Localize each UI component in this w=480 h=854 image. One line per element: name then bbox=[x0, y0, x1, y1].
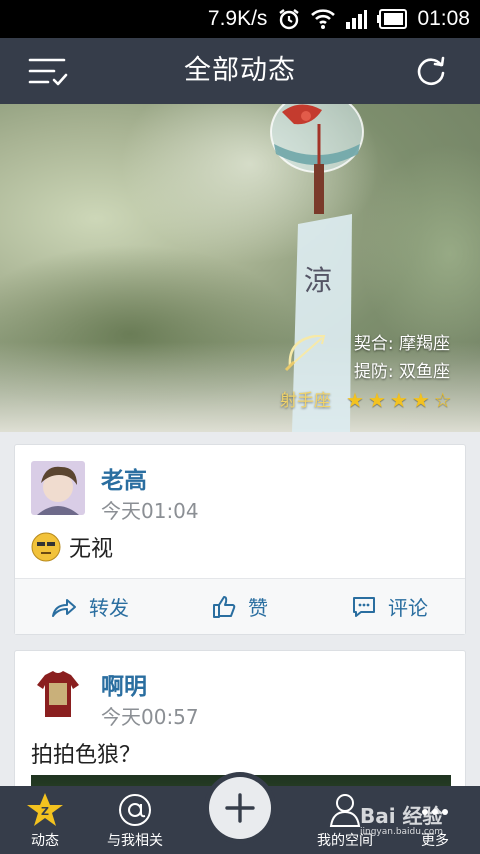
tab-feed[interactable]: Z 动态 bbox=[0, 786, 90, 854]
rating-stars: ★ ★ ★ ★ ☆ bbox=[346, 388, 452, 412]
post-time: 今天00:57 bbox=[101, 705, 199, 729]
beware-sign: 提防: 双鱼座 bbox=[353, 362, 450, 382]
post-text: 无视 bbox=[69, 537, 114, 562]
sagittarius-icon bbox=[284, 334, 326, 372]
compose-button[interactable] bbox=[204, 772, 276, 844]
repost-label: 转发 bbox=[89, 596, 129, 620]
status-bar: 7.9K/s 01:08 bbox=[0, 0, 480, 38]
comment-icon bbox=[353, 596, 375, 617]
rating-star: ★ bbox=[367, 388, 386, 412]
watermark-brand: Bai 经验 bbox=[360, 804, 443, 828]
tab-mentions-label: 与我相关 bbox=[107, 833, 163, 849]
repost-button[interactable]: 转发 bbox=[15, 579, 165, 634]
clock: 01:08 bbox=[417, 7, 470, 30]
post-card[interactable]: 老高 今天01:04 无视 转发 赞 评论 bbox=[14, 444, 466, 635]
chime-character: 涼 bbox=[304, 264, 332, 297]
repost-icon bbox=[52, 598, 76, 617]
rating-star: ☆ bbox=[433, 388, 452, 412]
alarm-icon bbox=[277, 7, 301, 31]
svg-text:Z: Z bbox=[41, 805, 49, 818]
app-header: 全部动态 bbox=[0, 38, 480, 104]
comment-button[interactable]: 评论 bbox=[315, 579, 465, 634]
like-label: 赞 bbox=[248, 596, 268, 620]
horoscope-info: 契合: 摩羯座 提防: 双鱼座 bbox=[354, 330, 450, 386]
sign-name: 射手座 bbox=[280, 391, 331, 411]
horoscope-banner[interactable]: 涼 契合: 摩羯座 提防: 双鱼座 射手座 ★ ★ ★ ★ ☆ bbox=[0, 104, 480, 432]
watermark-url: jingyan.baidu.com bbox=[360, 827, 444, 837]
post-time: 今天01:04 bbox=[101, 499, 199, 523]
refresh-icon[interactable] bbox=[416, 56, 446, 86]
avatar[interactable] bbox=[31, 461, 85, 515]
post-actions: 转发 赞 评论 bbox=[15, 578, 465, 634]
rating-star: ★ bbox=[346, 388, 364, 412]
rating-star: ★ bbox=[411, 388, 430, 412]
comment-label: 评论 bbox=[388, 596, 428, 620]
post-text: 拍拍色狼？ bbox=[31, 743, 142, 768]
thumbs-up-icon bbox=[213, 595, 236, 618]
network-speed: 7.9K/s bbox=[207, 7, 268, 30]
tab-feed-label: 动态 bbox=[31, 833, 59, 849]
post-content: 拍拍色狼？ bbox=[31, 737, 141, 769]
rating-star: ★ bbox=[389, 388, 408, 412]
post-username[interactable]: 老高 bbox=[101, 461, 147, 495]
signal-icon bbox=[345, 9, 368, 29]
match-sign: 契合: 摩羯座 bbox=[353, 334, 450, 354]
avatar[interactable] bbox=[31, 667, 85, 721]
star-icon: Z bbox=[27, 793, 63, 826]
person-icon bbox=[329, 794, 361, 827]
post-username[interactable]: 啊明 bbox=[101, 667, 147, 701]
battery-icon bbox=[377, 9, 408, 29]
emoticon-icon bbox=[31, 532, 61, 562]
plus-icon bbox=[225, 793, 255, 823]
wifi-icon bbox=[311, 8, 336, 30]
like-button[interactable]: 赞 bbox=[165, 579, 315, 634]
post-content: 无视 bbox=[31, 531, 113, 563]
page-title: 全部动态 bbox=[184, 55, 296, 86]
baidu-watermark: Bai 经验 jingyan.baidu.com bbox=[360, 800, 443, 837]
at-sign-icon bbox=[119, 794, 151, 826]
tab-mentions[interactable]: 与我相关 bbox=[90, 786, 180, 854]
